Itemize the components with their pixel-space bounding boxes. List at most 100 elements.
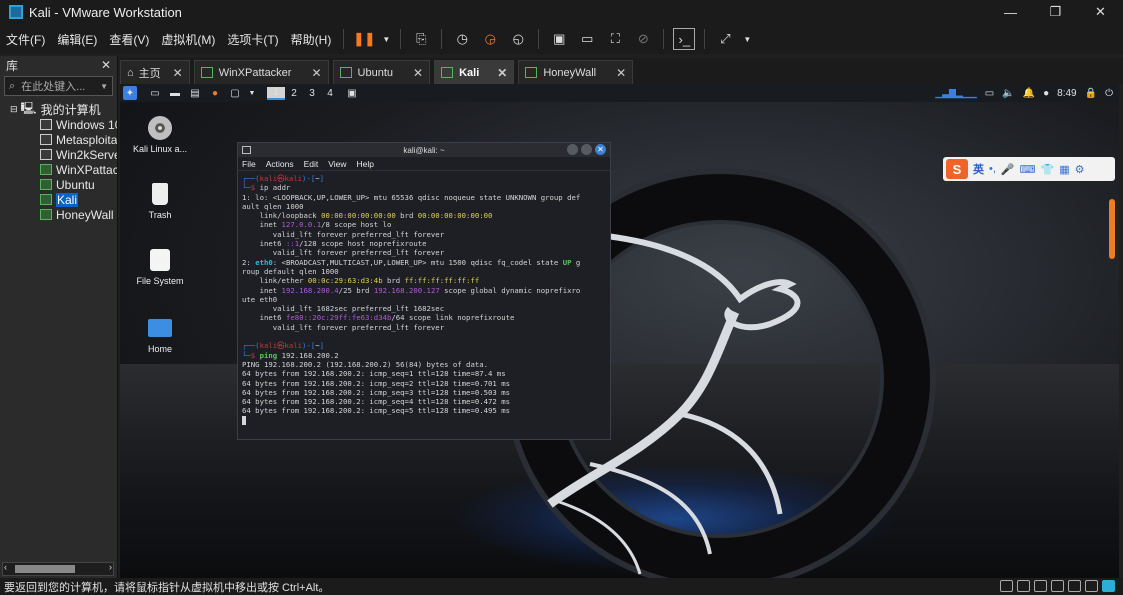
tab-ubuntu[interactable]: Ubuntu ✕	[332, 60, 431, 84]
notification-bell-icon[interactable]: 🔔	[1023, 88, 1035, 99]
revert-snapshot-icon[interactable]: ◶	[479, 28, 501, 50]
library-search[interactable]: ⌕ 在此处键入... ▼	[4, 76, 113, 96]
desktop-icon-home[interactable]: Home	[130, 316, 190, 354]
scroll-left-icon[interactable]: ‹	[4, 562, 7, 572]
ime-language[interactable]: 英	[973, 161, 984, 177]
minimize-button[interactable]: —	[988, 0, 1033, 24]
usb-icon[interactable]	[1051, 580, 1064, 592]
vm-item[interactable]: Win2kServer	[0, 147, 117, 162]
lock-icon[interactable]: 🔒	[1085, 88, 1097, 99]
search-input[interactable]: 在此处键入...	[21, 78, 100, 94]
show-desktop-icon[interactable]: ▭	[148, 86, 162, 100]
punctuation-icon[interactable]: •,	[989, 163, 996, 175]
vm-item[interactable]: Windows 10	[0, 117, 117, 132]
vm-item[interactable]: WinXPattacker	[0, 162, 117, 177]
minimize-terminal-button[interactable]	[567, 144, 578, 155]
close-library-icon[interactable]: ✕	[101, 58, 111, 72]
close-tab-icon[interactable]: ✕	[173, 66, 183, 80]
snapshot-icon[interactable]: ◷	[451, 28, 473, 50]
send-ctrl-alt-del-icon[interactable]: ⎘	[410, 28, 432, 50]
tree-root[interactable]: ⊟ 🖳 我的计算机	[0, 102, 117, 117]
toolbox-icon[interactable]: ▦	[1059, 163, 1069, 176]
microphone-icon[interactable]: 🎤	[1001, 163, 1015, 176]
keyboard-icon[interactable]: ⌨	[1020, 163, 1036, 176]
library-view-icon[interactable]: ▣	[548, 28, 570, 50]
text-editor-icon[interactable]: ▤	[188, 86, 202, 100]
workspace-1[interactable]: 1	[267, 86, 285, 100]
volume-icon[interactable]: 🔈	[1002, 88, 1014, 99]
close-tab-icon[interactable]: ✕	[311, 66, 321, 80]
snapshot-manager-icon[interactable]: ◵	[507, 28, 529, 50]
workspace-2[interactable]: 2	[285, 88, 303, 99]
dropdown-arrow-icon[interactable]: ▼	[381, 28, 391, 50]
desktop-icon-file-system[interactable]: File System	[130, 248, 190, 286]
menu-edit[interactable]: 编辑(E)	[51, 31, 103, 48]
terminal-menu-help[interactable]: Help	[357, 159, 374, 169]
hard-disk-icon[interactable]	[1000, 580, 1013, 592]
terminal-icon[interactable]: ▢	[228, 86, 242, 100]
pause-icon[interactable]: ❚❚	[353, 28, 375, 50]
file-manager-icon[interactable]: ▬	[168, 86, 182, 100]
skin-icon[interactable]: 👕	[1041, 163, 1055, 176]
desktop-icon-kali-linux[interactable]: Kali Linux a...	[130, 116, 190, 154]
terminal-titlebar[interactable]: kali@kali: ~ ✕	[238, 143, 610, 157]
unity-icon[interactable]: ⊘	[632, 28, 654, 50]
terminal-menu-view[interactable]: View	[328, 159, 346, 169]
network-icon[interactable]	[1017, 580, 1030, 592]
firefox-icon[interactable]: ●	[208, 86, 222, 100]
console-view-icon[interactable]: ›_	[673, 28, 696, 50]
sound-icon[interactable]	[1068, 580, 1081, 592]
vm-item[interactable]: HoneyWall	[0, 207, 117, 222]
tab-honeywall[interactable]: HoneyWall ✕	[518, 60, 634, 84]
close-terminal-button[interactable]: ✕	[595, 144, 606, 155]
menu-help[interactable]: 帮助(H)	[285, 31, 338, 48]
maximize-terminal-button[interactable]	[581, 144, 592, 155]
vm-screen[interactable]: ✦ ▭ ▬ ▤ ● ▢ ▼ 1 2 3 4 ▣ ▁▃▇▂▁▁ ▭ 🔈 🔔 ● 8…	[120, 84, 1119, 578]
maximize-button[interactable]: ❐	[1033, 0, 1078, 24]
menu-view[interactable]: 查看(V)	[103, 31, 155, 48]
close-tab-icon[interactable]: ✕	[413, 66, 423, 80]
power-status-icon[interactable]: ●	[1043, 88, 1049, 99]
terminal-menu-edit[interactable]: Edit	[304, 159, 319, 169]
cd-rom-icon[interactable]	[1034, 580, 1047, 592]
close-tab-icon[interactable]: ✕	[497, 66, 507, 80]
menu-vm[interactable]: 虚拟机(M)	[155, 31, 221, 48]
collapse-icon[interactable]: ⊟	[10, 104, 18, 115]
tab-winxpattacker[interactable]: WinXPattacker ✕	[193, 60, 329, 84]
desktop-icon-trash[interactable]: Trash	[130, 182, 190, 220]
tab-home[interactable]: ⌂ 主页 ✕	[120, 60, 190, 84]
vm-item[interactable]: Ubuntu	[0, 177, 117, 192]
terminal-output[interactable]: ┌──(kali㉿kali)-[~] └─$ ip addr 1: lo: <L…	[238, 171, 610, 425]
scroll-right-icon[interactable]: ›	[109, 562, 112, 572]
terminal-menu-actions[interactable]: Actions	[266, 159, 294, 169]
dropdown-arrow-icon[interactable]: ▼	[742, 28, 752, 50]
chevron-down-icon[interactable]: ▼	[100, 82, 108, 91]
workspace-4[interactable]: 4	[321, 88, 339, 99]
terminal-menu-file[interactable]: File	[242, 159, 256, 169]
thumbnail-view-icon[interactable]: ▭	[576, 28, 598, 50]
library-horizontal-scrollbar[interactable]: ‹ ›	[2, 562, 114, 576]
side-scroll-indicator[interactable]	[1109, 199, 1115, 259]
menu-tabs[interactable]: 选项卡(T)	[221, 31, 284, 48]
vm-item-selected[interactable]: Kali	[0, 192, 117, 207]
vm-item[interactable]: Metasploitable	[0, 132, 117, 147]
menu-file[interactable]: 文件(F)	[0, 31, 51, 48]
stretch-guest-icon[interactable]: ⤢	[714, 28, 736, 50]
scrollbar-thumb[interactable]	[15, 565, 75, 573]
terminal-window[interactable]: kali@kali: ~ ✕ File Actions Edit View He…	[237, 142, 611, 440]
workspace-3[interactable]: 3	[303, 88, 321, 99]
message-log-icon[interactable]	[1102, 580, 1115, 592]
full-screen-icon[interactable]: ⛶	[604, 28, 626, 50]
close-button[interactable]: ✕	[1078, 0, 1123, 24]
kali-menu-icon[interactable]: ✦	[123, 86, 137, 100]
printer-icon[interactable]	[1085, 580, 1098, 592]
clock[interactable]: 8:49	[1057, 88, 1076, 99]
logout-icon[interactable]: ⏻	[1105, 88, 1113, 99]
ime-settings-icon[interactable]: ⚙	[1075, 163, 1085, 176]
taskbar-terminal-icon[interactable]: ▣	[345, 86, 359, 100]
display-icon[interactable]: ▭	[985, 88, 994, 99]
close-tab-icon[interactable]: ✕	[616, 66, 626, 80]
tab-kali[interactable]: Kali ✕	[434, 60, 515, 84]
ime-toolbar[interactable]: S 英 •, 🎤 ⌨ 👕 ▦ ⚙	[943, 157, 1115, 181]
chevron-down-icon[interactable]: ▼	[248, 86, 256, 100]
